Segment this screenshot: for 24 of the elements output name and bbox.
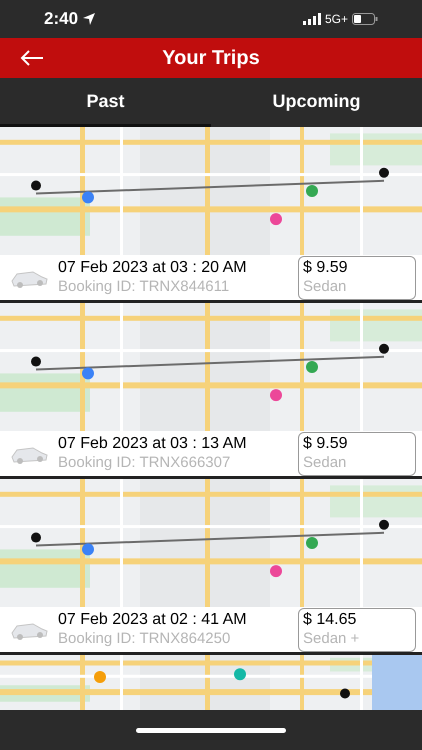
booking-id: Booking ID: TRNX844611 bbox=[58, 278, 230, 297]
signal-icon bbox=[302, 13, 321, 25]
tab[interactable]: Upcoming bbox=[211, 78, 422, 127]
trip-date: 07 Feb 2023 at 02 : 41 AM bbox=[58, 610, 248, 630]
fare-price: $ 9.59 bbox=[303, 258, 348, 278]
booking-id: Booking ID: TRNX666307 bbox=[58, 454, 232, 473]
battery-icon bbox=[352, 13, 378, 25]
trip-card[interactable]: 07 Feb 2023 at 03 : 13 AM Booking ID: TRNX666307 $ 9.59 Sedan bbox=[0, 431, 422, 479]
trip-card[interactable]: 07 Feb 2023 at 03 : 20 AM Booking ID: TRNX844611 $ 9.59 Sedan bbox=[0, 255, 422, 303]
status-time: 2:40 bbox=[44, 8, 78, 30]
car-type: Sedan bbox=[303, 278, 348, 297]
home-indicator[interactable] bbox=[136, 728, 286, 732]
location-arrow-icon bbox=[82, 12, 96, 26]
network-label: 5G+ bbox=[324, 11, 348, 28]
trip-date: 07 Feb 2023 at 03 : 13 AM bbox=[58, 434, 248, 454]
trip-date: 07 Feb 2023 at 03 : 20 AM bbox=[58, 258, 248, 278]
booking-id: Booking ID: TRNX864250 bbox=[58, 630, 232, 649]
back-arrow-icon bbox=[20, 50, 44, 66]
page-title: Your Trips bbox=[162, 46, 260, 71]
car-type: Sedan + bbox=[303, 630, 360, 649]
fare-price: $ 14.65 bbox=[303, 610, 358, 630]
trip-card[interactable]: 07 Feb 2023 at 02 : 41 AM Booking ID: TRNX864250 $ 14.65 Sedan + bbox=[0, 607, 422, 655]
fare-price: $ 9.59 bbox=[303, 434, 348, 454]
car-type: Sedan bbox=[303, 454, 348, 473]
